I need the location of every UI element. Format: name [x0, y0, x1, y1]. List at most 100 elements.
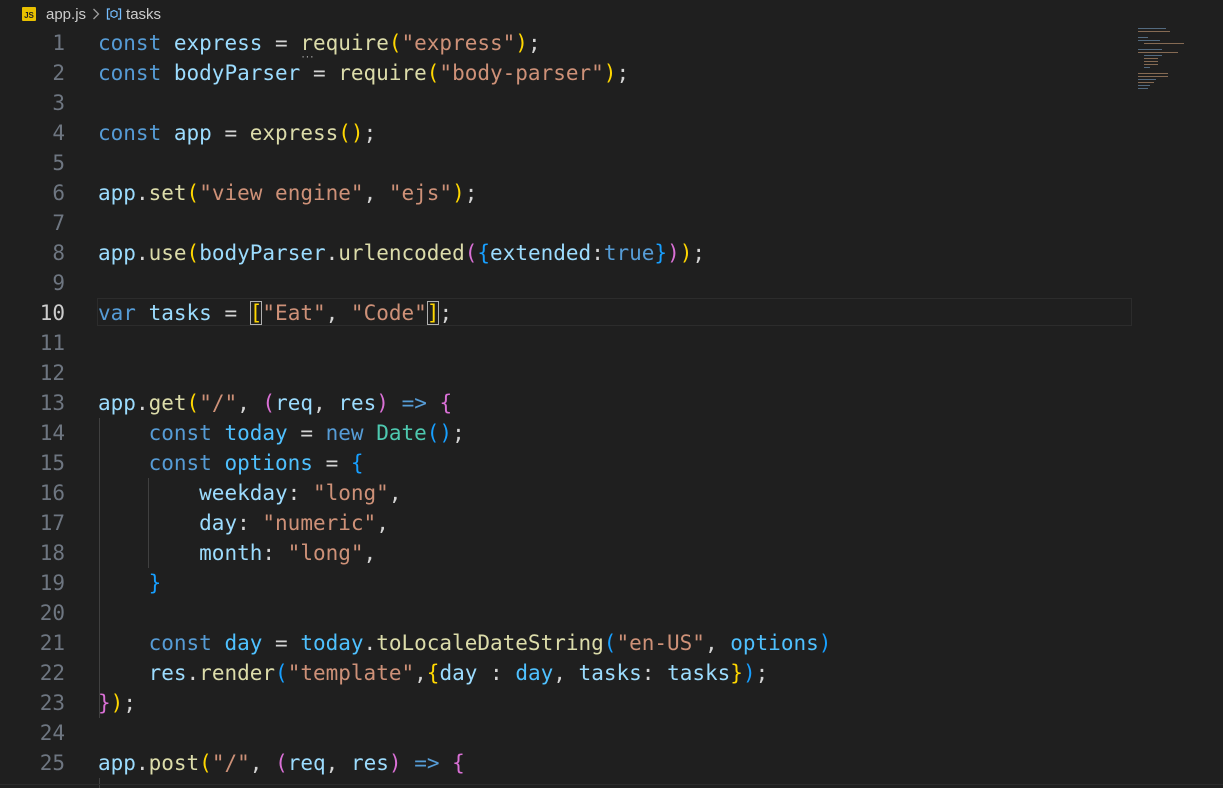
code-token: app: [173, 121, 212, 145]
code-text[interactable]: const options = {: [98, 448, 364, 478]
code-token: render: [199, 661, 276, 685]
code-text[interactable]: });: [98, 688, 136, 718]
minimap-line: [1144, 58, 1158, 59]
line-number: 20: [39, 601, 65, 625]
code-token: month: [199, 541, 263, 565]
code-text[interactable]: var tasks = ["Eat", "Code"];: [98, 298, 452, 328]
code-token: toLocaleDateString: [376, 631, 604, 655]
code-token: ;: [363, 121, 377, 145]
breadcrumb-file[interactable]: app.js: [46, 6, 86, 23]
code-token: .: [135, 241, 149, 265]
code-text[interactable]: }: [98, 568, 162, 598]
code-token: ,: [363, 181, 389, 205]
code-token: tasks: [578, 661, 642, 685]
code-text[interactable]: const bodyParser = require("body-parser"…: [98, 58, 629, 88]
code-token: ,: [363, 541, 377, 565]
code-text[interactable]: app.post("/", (req, res) => {: [98, 748, 465, 778]
code-text[interactable]: const day = today.toLocaleDateString("en…: [98, 628, 832, 658]
code-token: ;: [452, 421, 465, 445]
code-token: :: [287, 481, 313, 505]
code-token: Date: [376, 421, 427, 445]
breadcrumb-symbol[interactable]: tasks: [126, 6, 161, 23]
code-token: =: [211, 301, 250, 325]
code-token: ,: [313, 391, 339, 415]
minimap-line: [1138, 49, 1162, 50]
code-token: (: [186, 391, 200, 415]
line-number: 19: [39, 571, 65, 595]
code-token: get: [148, 391, 187, 415]
code-token: [: [249, 301, 263, 325]
line-number: 3: [52, 91, 65, 115]
code-token: req: [275, 391, 314, 415]
code-text[interactable]: app.use(bodyParser.urlencoded({extended:…: [98, 238, 705, 268]
code-token: const: [98, 61, 162, 85]
line-number: 14: [39, 421, 65, 445]
code-text[interactable]: const today = new Date();: [98, 418, 465, 448]
code-token: true: [603, 241, 655, 265]
code-editor[interactable]: JS app.js tasks 1 const express = require…: [0, 0, 1223, 788]
code-token: {: [452, 751, 465, 775]
line-number: 8: [52, 241, 65, 265]
code-token: }: [98, 691, 111, 715]
code-token: ,: [325, 751, 351, 775]
minimap-line: [1138, 79, 1156, 80]
line-number: 13: [39, 391, 65, 415]
minimap-line: [1138, 73, 1168, 74]
minimap[interactable]: [1138, 28, 1200, 98]
code-token: ): [452, 181, 465, 205]
code-token: :: [591, 241, 604, 265]
code-text[interactable]: const express = require("express");: [98, 28, 541, 58]
code-token: urlencoded: [338, 241, 465, 265]
code-text[interactable]: app.set("view engine", "ejs");: [98, 178, 477, 208]
code-token: ): [388, 751, 402, 775]
chevron-right-icon: [92, 8, 100, 20]
code-token: (: [186, 241, 200, 265]
code-token: =>: [414, 751, 440, 775]
code-text[interactable]: weekday: "long",: [98, 478, 401, 508]
code-token: (: [275, 661, 288, 685]
code-token: const: [148, 451, 212, 475]
code-token: "numeric": [262, 511, 377, 535]
code-text[interactable]: res.render("template",{day : day, tasks:…: [98, 658, 769, 688]
code-token: }: [654, 241, 668, 265]
code-token: const: [98, 31, 162, 55]
code-token: "Eat": [262, 301, 326, 325]
code-token: =: [312, 451, 351, 475]
code-text[interactable]: app.get("/", (req, res) => {: [98, 388, 452, 418]
code-token: extended: [490, 241, 592, 265]
line-number: 24: [39, 721, 65, 745]
code-token: ,: [388, 481, 402, 505]
code-token: today: [300, 631, 364, 655]
line-number: 10: [39, 301, 65, 325]
code-text[interactable]: day: "numeric",: [98, 508, 389, 538]
code-token: day: [199, 511, 238, 535]
variable-symbol-icon: [106, 8, 122, 20]
minimap-line: [1138, 88, 1148, 89]
code-token: ,: [237, 391, 263, 415]
line-number: 5: [52, 151, 65, 175]
line-number: 2: [52, 61, 65, 85]
line-number: 16: [39, 481, 65, 505]
minimap-line: [1138, 31, 1170, 32]
code-token: day: [515, 661, 554, 685]
code-token: const: [148, 631, 212, 655]
code-token: (): [338, 121, 364, 145]
code-token: ]: [426, 301, 440, 325]
code-token: "/": [211, 751, 250, 775]
code-token: :: [477, 661, 516, 685]
code-token: }: [148, 571, 162, 595]
code-text[interactable]: month: "long",: [98, 538, 376, 568]
minimap-line: [1144, 64, 1158, 65]
code-token: express: [173, 31, 263, 55]
code-token: ): [110, 691, 124, 715]
code-token: weekday: [199, 481, 288, 505]
code-text[interactable]: const app = express();: [98, 118, 376, 148]
